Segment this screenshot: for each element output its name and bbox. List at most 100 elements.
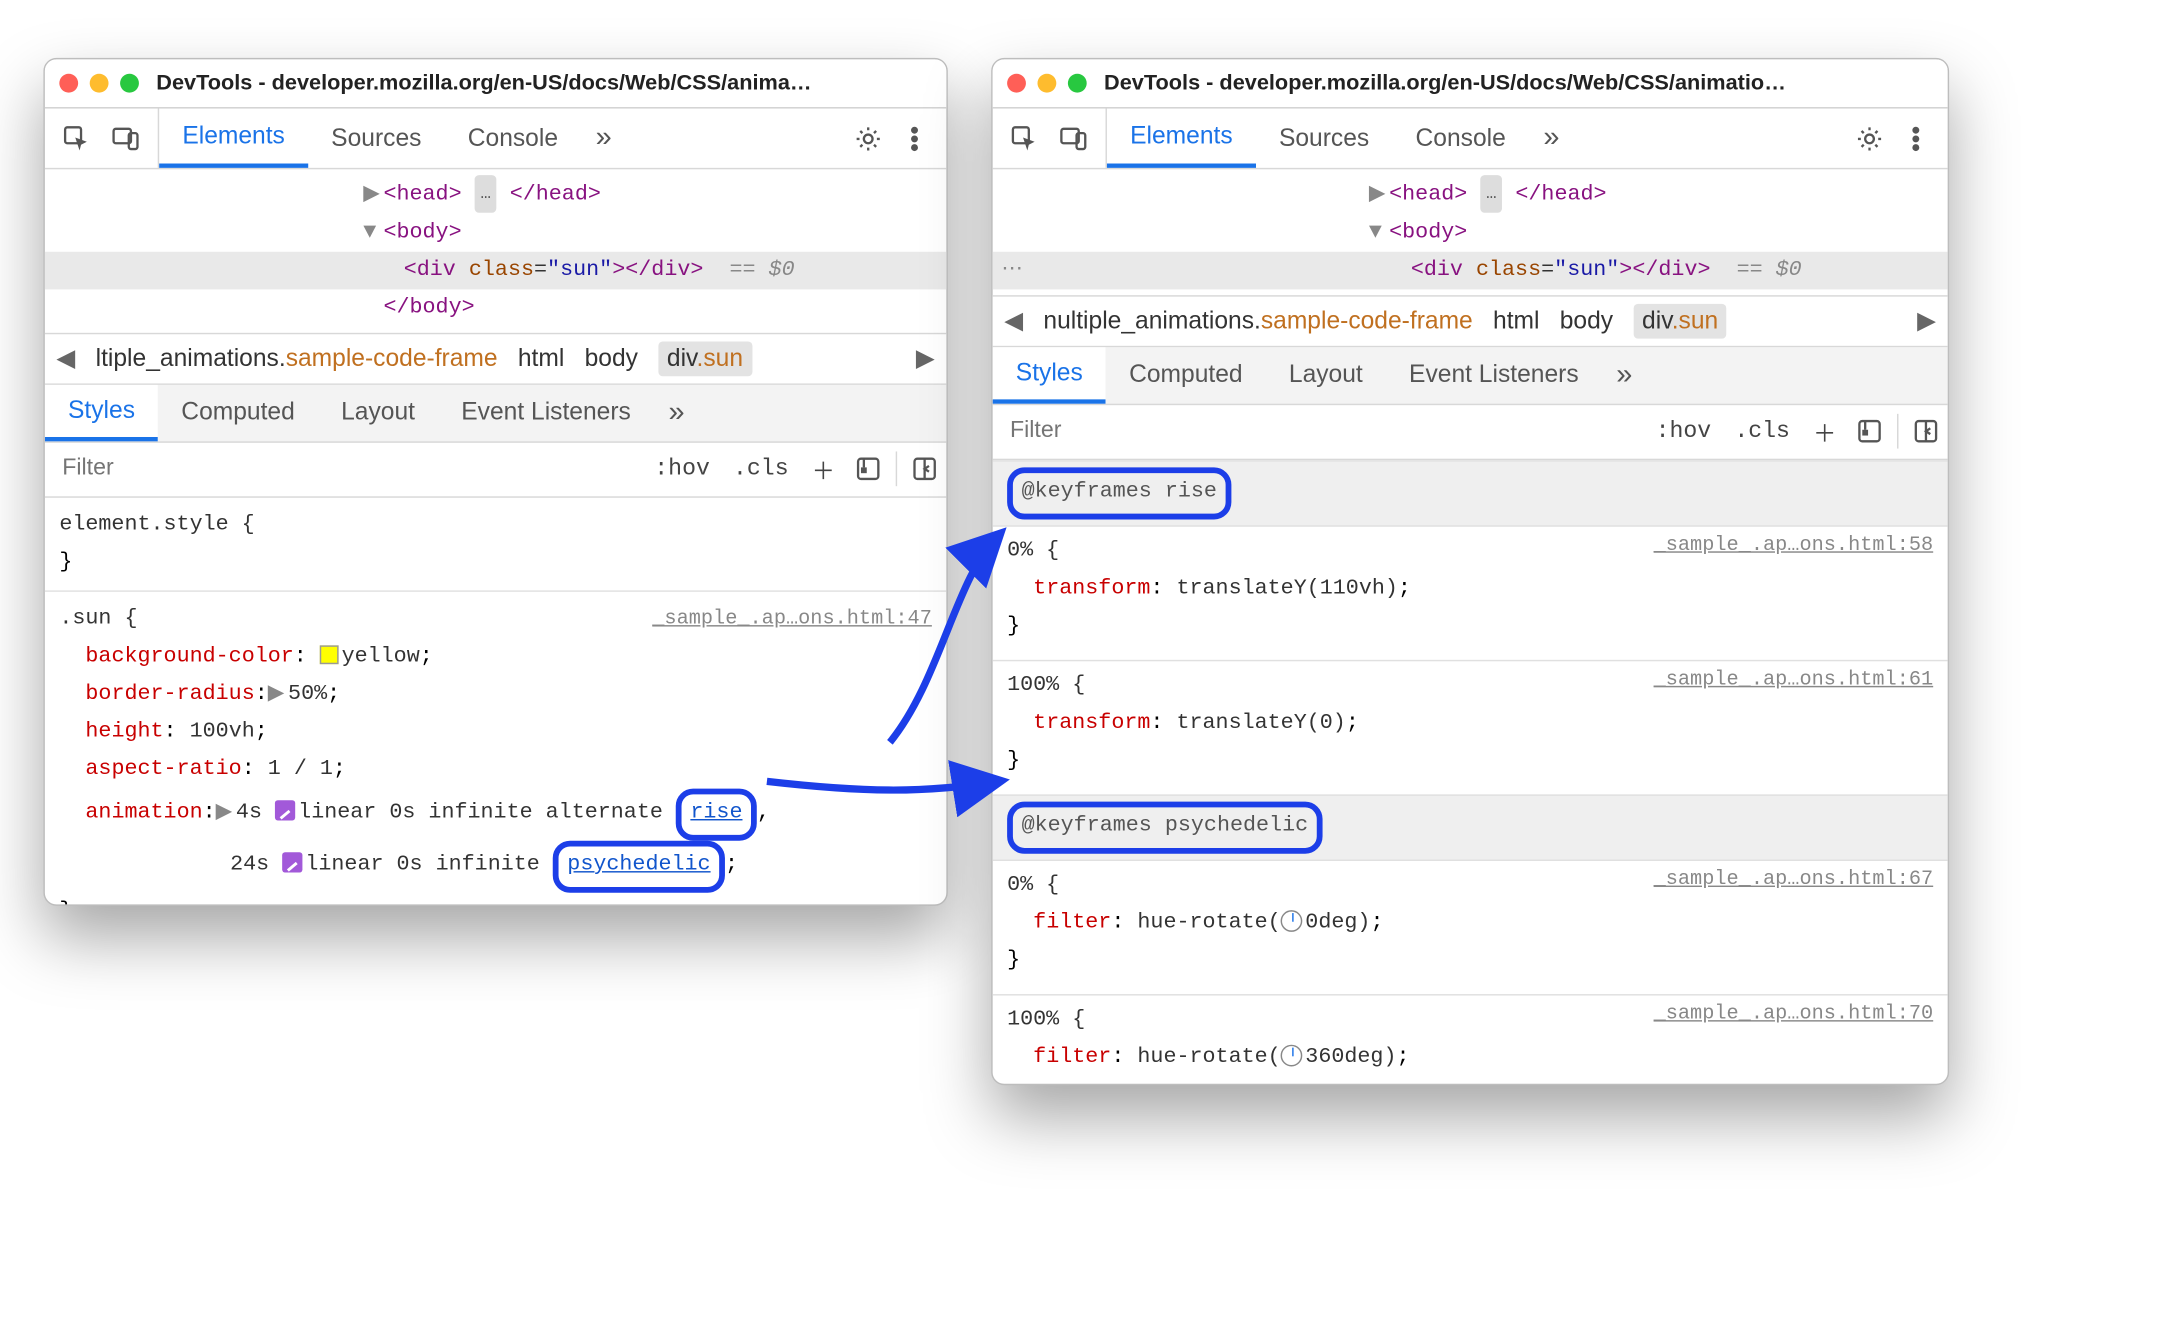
settings-icon[interactable]	[854, 124, 883, 153]
computed-toggle-icon[interactable]	[912, 456, 938, 482]
styles-pane[interactable]: @keyframes rise _sample_.ap…ons.html:58 …	[993, 460, 1948, 1085]
new-style-rule-icon[interactable]: ＋	[800, 452, 846, 487]
disclosure-triangle-icon[interactable]: ▼	[1369, 214, 1389, 252]
main-toolbar: Elements Sources Console »	[993, 109, 1948, 170]
inspect-icon[interactable]	[62, 124, 91, 153]
easing-editor-icon[interactable]	[282, 852, 302, 872]
source-link[interactable]: _sample_.ap…ons.html:61	[1654, 661, 1934, 699]
dom-node-selected[interactable]: ⋯ <div class="sun"></div> == $0	[993, 252, 1948, 290]
tab-elements[interactable]: Elements	[1107, 109, 1256, 168]
dom-tree[interactable]: ▶<head> … </head> ▼<body> <div class="su…	[45, 169, 946, 332]
settings-icon[interactable]	[1855, 124, 1884, 153]
styles-tab-layout[interactable]: Layout	[318, 385, 438, 441]
source-link[interactable]: _sample_.ap…ons.html:67	[1654, 861, 1934, 899]
styles-tabs-overflow-icon[interactable]: »	[654, 396, 699, 429]
eq-zero-hint: == $0	[729, 258, 794, 283]
dom-node-selected[interactable]: <div class="sun"></div> == $0	[45, 252, 946, 290]
chevron-left-icon[interactable]: ◀	[1004, 307, 1023, 336]
chevron-left-icon[interactable]: ◀	[56, 344, 75, 373]
dom-tree[interactable]: ▶<head> … </head> ▼<body> ⋯ <div class="…	[993, 169, 1948, 295]
titlebar: DevTools - developer.mozilla.org/en-US/d…	[993, 59, 1948, 108]
styles-pane[interactable]: element.style { } _sample_.ap…ons.html:4…	[45, 498, 946, 906]
tab-elements[interactable]: Elements	[159, 109, 308, 168]
ellipsis-badge[interactable]: …	[1480, 175, 1502, 213]
breadcrumb-iframe[interactable]: nultiple_animations.sample-code-frame	[1043, 307, 1472, 336]
color-swatch-icon[interactable]	[320, 645, 339, 664]
breadcrumb-iframe[interactable]: ltiple_animations.sample-code-frame	[96, 344, 498, 373]
styles-tab-styles[interactable]: Styles	[45, 385, 158, 441]
minimize-icon[interactable]	[1037, 74, 1056, 93]
device-toolbar-icon[interactable]	[111, 124, 140, 153]
chevron-right-icon[interactable]: ▶	[1917, 307, 1936, 336]
keyframes-link-psychedelic[interactable]: psychedelic	[567, 852, 710, 877]
device-toolbar-icon[interactable]	[1059, 124, 1088, 153]
breadcrumb-body[interactable]: body	[1560, 307, 1613, 336]
new-style-rule-icon[interactable]: ＋	[1801, 415, 1847, 450]
breadcrumb-html[interactable]: html	[518, 344, 564, 373]
disclosure-triangle-icon[interactable]: ▶	[1369, 176, 1389, 214]
styles-filterbar: :hov .cls ＋	[993, 405, 1948, 460]
close-icon[interactable]	[1007, 74, 1026, 93]
titlebar: DevTools - developer.mozilla.org/en-US/d…	[45, 59, 946, 108]
traffic-lights	[59, 74, 139, 93]
tab-sources[interactable]: Sources	[1256, 109, 1393, 168]
source-link[interactable]: _sample_.ap…ons.html:70	[1654, 995, 1934, 1033]
tab-sources[interactable]: Sources	[308, 109, 445, 168]
main-toolbar: Elements Sources Console »	[45, 109, 946, 170]
disclosure-triangle-icon[interactable]: ▶	[216, 794, 236, 832]
styles-tabrow: Styles Computed Layout Event Listeners »	[993, 347, 1948, 405]
ellipsis-badge[interactable]: …	[475, 175, 497, 213]
filter-input[interactable]	[993, 419, 1644, 445]
tab-console[interactable]: Console	[445, 109, 582, 168]
minimize-icon[interactable]	[90, 74, 109, 93]
breadcrumb-html[interactable]: html	[1493, 307, 1539, 336]
source-link[interactable]: _sample_.ap…ons.html:58	[1654, 527, 1934, 565]
styles-format-icon[interactable]	[1857, 419, 1883, 445]
angle-editor-icon[interactable]	[1281, 910, 1303, 932]
styles-filterbar: :hov .cls ＋	[45, 443, 946, 498]
devtools-window-left: DevTools - developer.mozilla.org/en-US/d…	[43, 58, 947, 906]
styles-format-icon[interactable]	[855, 456, 881, 482]
traffic-lights	[1007, 74, 1087, 93]
zoom-icon[interactable]	[120, 74, 139, 93]
row-actions-icon[interactable]: ⋯	[993, 252, 1032, 290]
styles-tab-computed[interactable]: Computed	[158, 385, 318, 441]
breadcrumb[interactable]: ◀ ltiple_animations.sample-code-frame ht…	[45, 333, 946, 385]
breadcrumb[interactable]: ◀ nultiple_animations.sample-code-frame …	[993, 295, 1948, 347]
tab-console[interactable]: Console	[1392, 109, 1529, 168]
toggle-cls[interactable]: .cls	[721, 456, 800, 482]
styles-tab-event-listeners[interactable]: Event Listeners	[438, 385, 654, 441]
angle-editor-icon[interactable]	[1281, 1045, 1303, 1067]
filter-input[interactable]	[45, 456, 643, 482]
styles-tab-layout[interactable]: Layout	[1266, 347, 1386, 403]
disclosure-triangle-icon[interactable]: ▼	[363, 214, 383, 252]
tabs-overflow-icon[interactable]: »	[1529, 122, 1574, 155]
styles-tab-event-listeners[interactable]: Event Listeners	[1386, 347, 1602, 403]
zoom-icon[interactable]	[1068, 74, 1087, 93]
styles-tabs-overflow-icon[interactable]: »	[1602, 359, 1647, 392]
styles-tab-styles[interactable]: Styles	[993, 347, 1106, 403]
easing-editor-icon[interactable]	[275, 800, 295, 820]
more-menu-icon[interactable]	[1901, 124, 1930, 153]
breadcrumb-selected[interactable]: div.sun	[1633, 304, 1727, 339]
more-menu-icon[interactable]	[900, 124, 929, 153]
toggle-hov[interactable]: :hov	[643, 456, 722, 482]
keyframes-link-rise[interactable]: rise	[690, 800, 742, 825]
computed-toggle-icon[interactable]	[1913, 419, 1939, 445]
inspect-icon[interactable]	[1010, 124, 1039, 153]
toggle-hov[interactable]: :hov	[1644, 419, 1723, 445]
disclosure-triangle-icon[interactable]: ▶	[268, 676, 288, 714]
toggle-cls[interactable]: .cls	[1723, 419, 1802, 445]
disclosure-triangle-icon[interactable]: ▶	[363, 176, 383, 214]
breadcrumb-selected[interactable]: div.sun	[658, 341, 752, 376]
rule-element-style[interactable]: element.style { }	[59, 506, 932, 581]
eq-zero-hint: == $0	[1737, 252, 1802, 290]
window-title: DevTools - developer.mozilla.org/en-US/d…	[156, 71, 932, 96]
breadcrumb-body[interactable]: body	[585, 344, 638, 373]
source-link[interactable]: _sample_.ap…ons.html:47	[652, 600, 932, 638]
chevron-right-icon[interactable]: ▶	[916, 344, 935, 373]
close-icon[interactable]	[59, 74, 78, 93]
styles-tab-computed[interactable]: Computed	[1106, 347, 1266, 403]
rule-sun[interactable]: _sample_.ap…ons.html:47 .sun { backgroun…	[59, 600, 932, 905]
tabs-overflow-icon[interactable]: »	[581, 122, 626, 155]
